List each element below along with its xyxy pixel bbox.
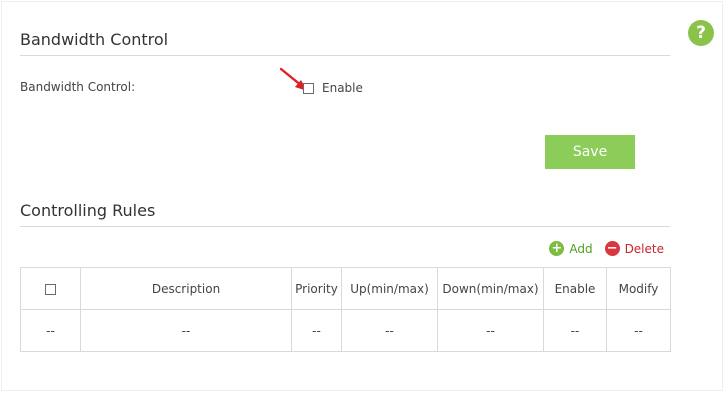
add-label: Add xyxy=(569,241,593,256)
column-header: Down(min/max) xyxy=(437,267,544,310)
controlling-rules-title: Controlling Rules xyxy=(20,201,156,220)
table-row: -- -- -- -- -- -- -- xyxy=(20,309,671,352)
bandwidth-enable-checkbox[interactable] xyxy=(303,83,314,94)
bandwidth-control-label: Bandwidth Control: xyxy=(20,80,136,94)
help-icon[interactable]: ? xyxy=(688,20,714,46)
table-cell: -- xyxy=(291,309,342,352)
select-all-checkbox[interactable] xyxy=(45,283,56,295)
table-cell: -- xyxy=(437,309,544,352)
table-cell: -- xyxy=(341,309,438,352)
rule-actions: + Add − Delete xyxy=(541,241,664,256)
delete-rule-button[interactable]: − Delete xyxy=(604,241,664,256)
column-header: Description xyxy=(80,267,292,310)
column-header: Modify xyxy=(606,267,671,310)
table-cell: -- xyxy=(20,309,81,352)
add-rule-button[interactable]: + Add xyxy=(549,241,593,256)
column-header: Up(min/max) xyxy=(341,267,438,310)
section-divider xyxy=(20,55,670,56)
section-divider xyxy=(20,226,670,227)
column-header: Priority xyxy=(291,267,342,310)
delete-label: Delete xyxy=(624,241,664,256)
table-cell: -- xyxy=(543,309,607,352)
save-button[interactable]: Save xyxy=(545,135,635,169)
select-all-cell xyxy=(20,267,81,310)
bandwidth-enable-label: Enable xyxy=(322,81,363,95)
column-header: Enable xyxy=(543,267,607,310)
plus-icon: + xyxy=(549,241,565,256)
controlling-rules-table: Description Priority Up(min/max) Down(mi… xyxy=(20,267,671,352)
bandwidth-control-title: Bandwidth Control xyxy=(20,30,169,49)
minus-icon: − xyxy=(604,241,620,256)
table-cell: -- xyxy=(80,309,292,352)
table-header-row: Description Priority Up(min/max) Down(mi… xyxy=(20,267,671,310)
table-cell: -- xyxy=(606,309,671,352)
